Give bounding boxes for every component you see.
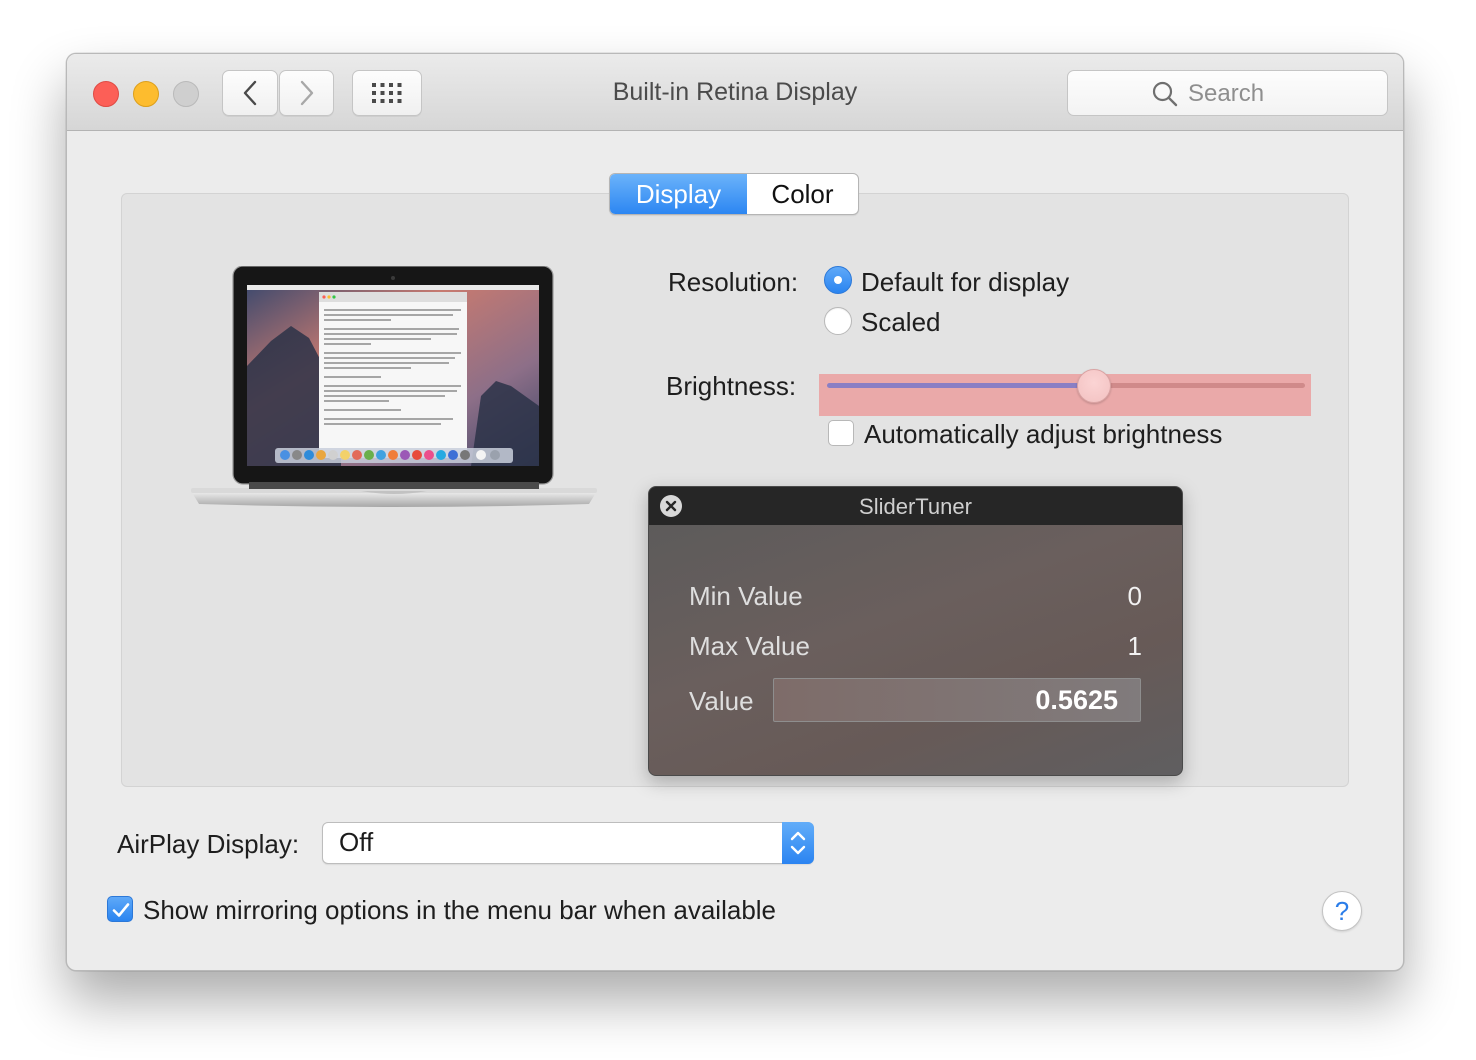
slider-tuner-titlebar: SliderTuner <box>649 487 1182 525</box>
mirroring-label[interactable]: Show mirroring options in the menu bar w… <box>143 895 776 926</box>
resolution-scaled-radio[interactable] <box>824 307 852 335</box>
macbook-illustration <box>191 266 597 507</box>
min-value: 0 <box>1127 581 1142 611</box>
brightness-slider-highlight <box>819 374 1311 416</box>
airplay-value: Off <box>339 827 374 857</box>
search-field[interactable]: Search <box>1067 70 1388 116</box>
min-value-label: Min Value <box>689 581 803 611</box>
auto-brightness-label[interactable]: Automatically adjust brightness <box>864 419 1222 450</box>
slider-tuner-title: SliderTuner <box>859 494 972 519</box>
titlebar: Built-in Retina Display Search <box>67 54 1403 131</box>
help-button[interactable]: ? <box>1322 891 1362 931</box>
brightness-slider-knob[interactable] <box>1077 369 1111 403</box>
resolution-scaled-label[interactable]: Scaled <box>861 307 941 338</box>
popup-arrows-icon[interactable] <box>782 822 814 864</box>
slider-tuner-panel: SliderTuner Min Value 0 Max Value 1 Valu… <box>648 486 1183 776</box>
search-placeholder: Search <box>1188 80 1265 107</box>
value-label: Value <box>689 686 754 716</box>
brightness-label: Brightness: <box>666 371 797 401</box>
resolution-default-label[interactable]: Default for display <box>861 267 1069 298</box>
brightness-slider-fill <box>827 383 1093 388</box>
resolution-label: Resolution: <box>668 267 799 297</box>
tab-color[interactable]: Color <box>747 174 858 214</box>
brightness-slider-track[interactable] <box>1093 383 1305 388</box>
mirroring-checkbox[interactable] <box>107 896 133 922</box>
resolution-default-radio[interactable] <box>824 266 852 294</box>
tab-display[interactable]: Display <box>610 174 747 214</box>
airplay-label: AirPlay Display: <box>117 829 300 859</box>
max-value-label: Max Value <box>689 631 810 661</box>
value-text: 0.5625 <box>1035 685 1118 715</box>
checkmark-icon <box>112 903 130 917</box>
max-value: 1 <box>1127 631 1142 661</box>
search-icon <box>1152 81 1178 107</box>
value-field[interactable]: 0.5625 <box>773 678 1141 722</box>
airplay-popup[interactable]: Off <box>322 822 814 864</box>
auto-brightness-checkbox[interactable] <box>828 420 854 446</box>
tab-control: Display Color <box>609 173 859 215</box>
system-preferences-window: Built-in Retina Display Search Display C… <box>66 53 1404 971</box>
